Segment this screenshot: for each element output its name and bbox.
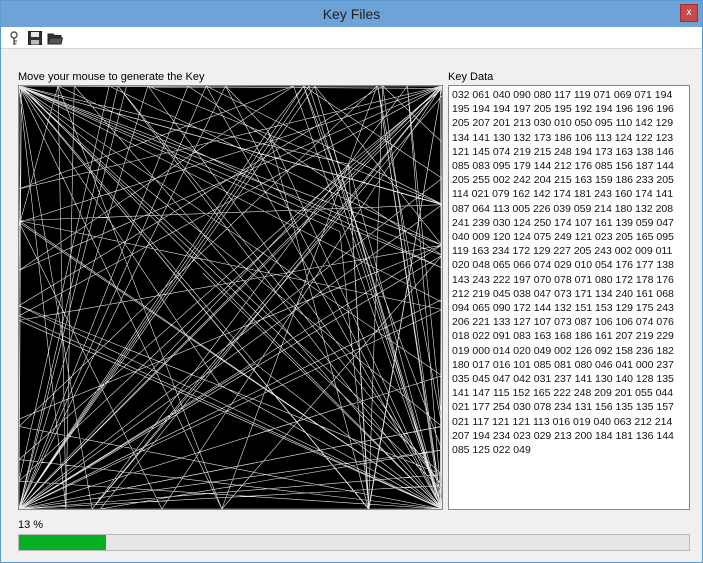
key-data-text: 032 061 040 090 080 117 119 071 069 071 … (452, 89, 674, 457)
save-icon[interactable] (27, 30, 43, 46)
main-content: Move your mouse to generate the Key Key … (1, 49, 702, 562)
toolbar (1, 27, 702, 49)
open-folder-icon[interactable] (47, 30, 64, 46)
close-button[interactable]: x (680, 4, 698, 22)
progress-percent-label: 13 % (18, 519, 44, 531)
key-icon[interactable] (9, 30, 25, 46)
title-bar[interactable]: Key Files x (1, 1, 702, 27)
mouse-entropy-canvas[interactable] (18, 85, 443, 510)
entropy-line-paths (19, 86, 442, 509)
key-files-window: Key Files x Move your mouse to generate … (0, 0, 703, 563)
entropy-lines (19, 86, 442, 509)
key-data-label: Key Data (448, 71, 494, 83)
canvas-label: Move your mouse to generate the Key (18, 71, 205, 83)
progress-fill (19, 535, 107, 550)
progress-bar (18, 534, 690, 551)
window-title: Key Files (322, 6, 381, 22)
key-data-textbox[interactable]: 032 061 040 090 080 117 119 071 069 071 … (448, 85, 690, 510)
